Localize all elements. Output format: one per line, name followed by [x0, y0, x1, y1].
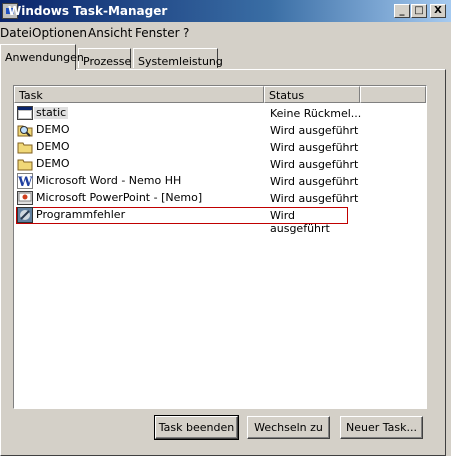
task-status: Wird ausgeführt	[270, 209, 330, 235]
menu-help[interactable]: ?	[183, 26, 189, 40]
task-name: Microsoft Word - Nemo HH	[36, 174, 182, 187]
task-name: DEMO	[36, 140, 70, 153]
task-status: Wird ausgeführt	[270, 158, 359, 171]
table-row[interactable]: static Keine Rückmel...	[16, 105, 420, 122]
svg-text:W: W	[17, 175, 33, 189]
task-list[interactable]: Task Status static Keine Rückmel... DEMO…	[13, 85, 427, 409]
task-name: static	[34, 106, 69, 119]
new-task-button[interactable]: Neuer Task...	[340, 416, 423, 439]
error-app-icon	[17, 207, 33, 223]
task-name: Microsoft PowerPoint - [Nemo]	[36, 191, 203, 204]
tab-anwendungen[interactable]: Anwendungen	[0, 44, 84, 70]
table-row[interactable]: Programmfehler Wird ausgeführt	[16, 207, 348, 235]
task-status: Wird ausgeführt	[270, 175, 359, 188]
column-header-empty	[360, 86, 426, 103]
table-row[interactable]: W Microsoft Word - Nemo HH Wird ausgefüh…	[16, 173, 420, 190]
maximize-button[interactable]: □	[411, 4, 427, 18]
menu-datei[interactable]: Datei	[0, 26, 32, 40]
close-button[interactable]: X	[430, 4, 446, 18]
end-task-button[interactable]: Task beenden	[154, 415, 239, 440]
list-header: Task Status	[14, 86, 426, 103]
table-row[interactable]: DEMO Wird ausgeführt	[16, 139, 420, 156]
table-row[interactable]: DEMO Wird ausgeführt	[16, 122, 420, 139]
column-header-status[interactable]: Status	[264, 86, 360, 103]
menu-optionen[interactable]: Optionen	[32, 26, 87, 40]
task-status: Wird ausgeführt	[270, 192, 359, 205]
menu-fenster[interactable]: Fenster	[135, 26, 180, 40]
table-row[interactable]: Microsoft PowerPoint - [Nemo] Wird ausge…	[16, 190, 420, 207]
table-row[interactable]: DEMO Wird ausgeführt	[16, 156, 420, 173]
folder-icon	[17, 156, 33, 172]
menu-bar: Datei Optionen Ansicht Fenster ?	[0, 22, 451, 42]
task-status: Keine Rückmel...	[270, 107, 362, 120]
word-icon: W	[17, 173, 33, 190]
tab-prozesse[interactable]: Prozesse	[78, 48, 131, 68]
task-name: DEMO	[36, 123, 70, 136]
application-window-icon	[17, 105, 33, 121]
task-status: Wird ausgeführt	[270, 124, 359, 137]
task-name: Programmfehler	[36, 208, 126, 221]
minimize-button[interactable]: _	[394, 4, 410, 18]
task-name: DEMO	[36, 157, 70, 170]
menu-ansicht[interactable]: Ansicht	[88, 26, 132, 40]
window-title: Windows Task-Manager	[8, 4, 168, 18]
switch-to-button[interactable]: Wechseln zu	[247, 416, 330, 439]
tab-strip: Anwendungen Prozesse Systemleistung	[0, 44, 451, 70]
folder-search-icon	[17, 122, 33, 138]
title-bar: Windows Task-Manager _ □ X	[0, 0, 451, 22]
folder-icon	[17, 139, 33, 155]
powerpoint-icon	[17, 190, 33, 206]
column-header-task[interactable]: Task	[14, 86, 264, 103]
tab-systemleistung[interactable]: Systemleistung	[133, 48, 223, 68]
task-status: Wird ausgeführt	[270, 141, 359, 154]
